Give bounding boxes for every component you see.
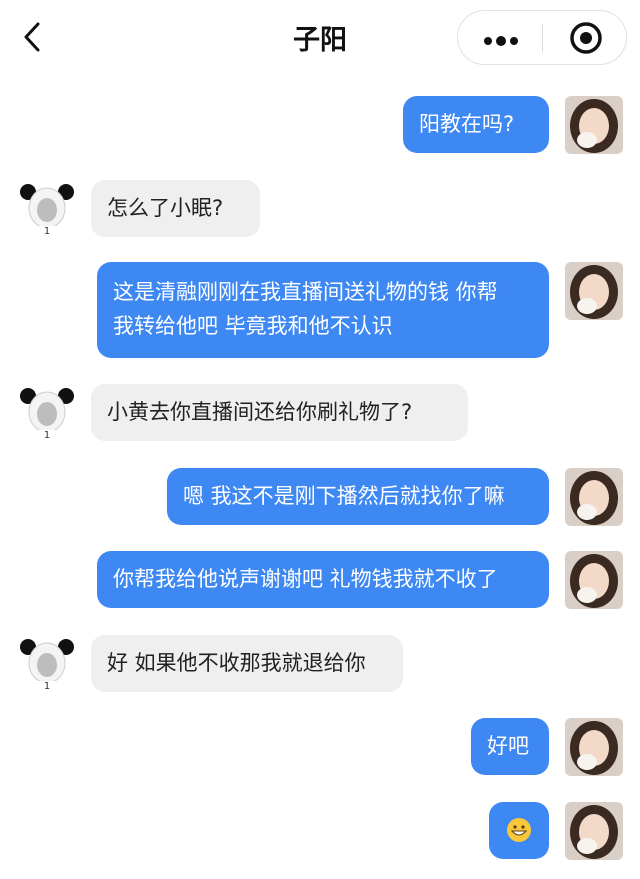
close-target-icon[interactable]	[568, 20, 604, 56]
avatar-badge: 1	[18, 226, 76, 238]
miniapp-capsule	[457, 10, 627, 65]
girl-avatar-icon	[565, 468, 623, 526]
message-bubble-me[interactable]: 嗯 我这不是刚下播然后就找你了嘛	[167, 468, 549, 525]
message-bubble-other[interactable]: 小黄去你直播间还给你刷礼物了?	[91, 384, 468, 441]
message-bubble-me[interactable]: 好吧	[471, 718, 549, 775]
message-bubble-me-emoji[interactable]	[489, 802, 549, 859]
girl-avatar-icon	[565, 718, 623, 776]
girl-avatar-icon	[565, 96, 623, 154]
message-bubble-me[interactable]: 阳教在吗?	[403, 96, 549, 153]
avatar-other[interactable]: 1	[18, 384, 76, 442]
avatar-me[interactable]	[565, 551, 623, 609]
message-bubble-me[interactable]: 这是清融刚刚在我直播间送礼物的钱 你帮 我转给他吧 毕竟我和他不认识	[97, 262, 549, 358]
avatar-me[interactable]	[565, 718, 623, 776]
message-bubble-other[interactable]: 怎么了小眠?	[91, 180, 260, 237]
message-line: 这是清融刚刚在我直播间送礼物的钱 你帮	[113, 280, 498, 304]
girl-avatar-icon	[565, 262, 623, 320]
message-bubble-me[interactable]: 你帮我给他说声谢谢吧 礼物钱我就不收了	[97, 551, 549, 608]
avatar-me[interactable]	[565, 262, 623, 320]
avatar-other[interactable]: 1	[18, 635, 76, 693]
avatar-badge: 1	[18, 681, 76, 693]
capsule-divider	[542, 24, 543, 52]
avatar-me[interactable]	[565, 468, 623, 526]
message-line: 我转给他吧 毕竟我和他不认识	[113, 314, 393, 338]
girl-avatar-icon	[565, 551, 623, 609]
avatar-badge: 1	[18, 430, 76, 442]
message-bubble-other[interactable]: 好 如果他不收那我就退给你	[91, 635, 403, 692]
girl-avatar-icon	[565, 802, 623, 860]
avatar-me[interactable]	[565, 802, 623, 860]
top-bar: 子阳	[0, 0, 640, 80]
avatar-me[interactable]	[565, 96, 623, 154]
grinning-face-emoji-icon	[507, 818, 531, 842]
avatar-other[interactable]: 1	[18, 180, 76, 238]
